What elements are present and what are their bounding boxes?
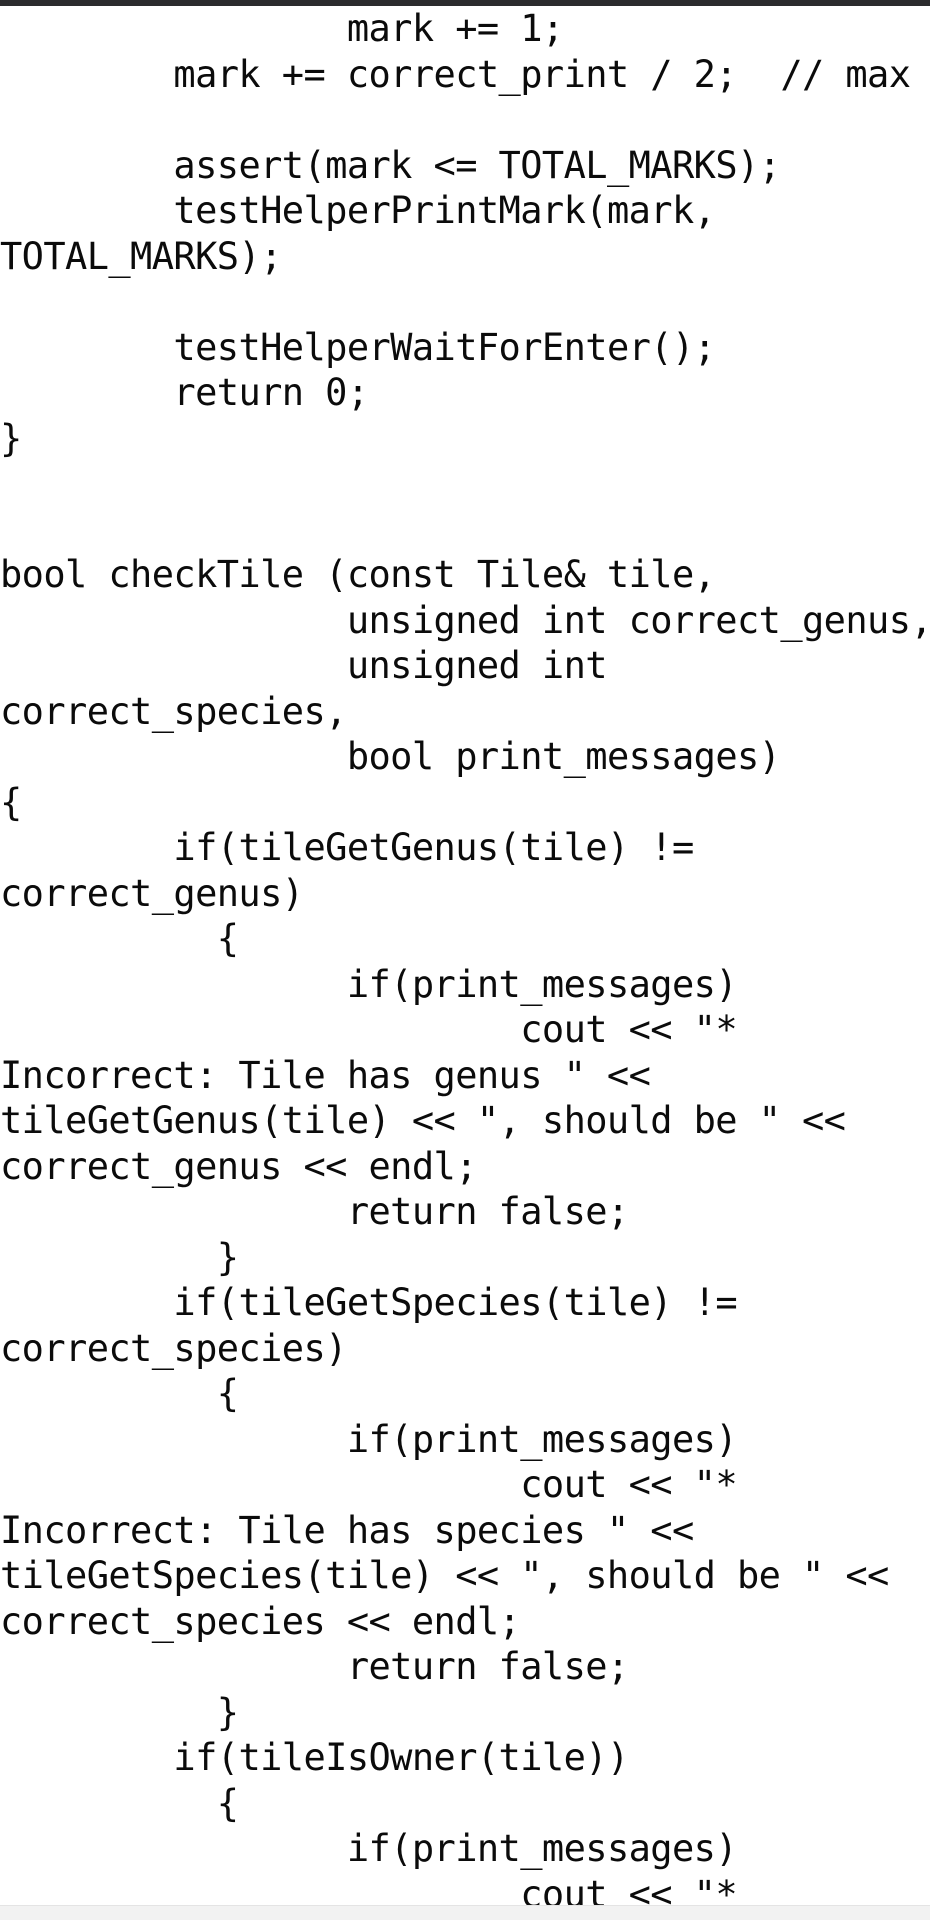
code-line: cout << "* — [0, 1872, 737, 1907]
code-line: if(tileGetGenus(tile) != correct_genus) — [0, 826, 716, 915]
code-scroll-viewport[interactable]: mark += 1; mark += correct_print / 2; //… — [0, 6, 930, 1906]
code-line: bool print_messages) — [0, 735, 781, 778]
code-line: } — [0, 1690, 239, 1734]
code-line: { — [0, 1372, 239, 1415]
code-line: { — [0, 780, 22, 824]
code-line: mark += 1; — [0, 7, 564, 50]
code-line: bool checkTile (const Tile& tile, — [0, 553, 716, 596]
code-line: testHelperPrintMark(mark, TOTAL_MARKS); — [0, 189, 738, 278]
code-line: if(tileGetSpecies(tile) != correct_speci… — [0, 1281, 759, 1370]
code-line: mark += correct_print / 2; // max 4 — [0, 52, 930, 96]
code-line: cout << "* Incorrect: Tile has genus " <… — [0, 1008, 868, 1188]
code-line: testHelperWaitForEnter(); — [0, 325, 716, 369]
code-line: return 0; — [0, 371, 369, 414]
code-line: cout << "* Incorrect: Tile has species "… — [0, 1463, 911, 1643]
code-line: { — [0, 917, 239, 960]
code-line: return false; — [0, 1645, 629, 1688]
code-line: if(print_messages) — [0, 1417, 738, 1461]
code-line: if(print_messages) — [0, 1827, 738, 1870]
code-line: unsigned int correct_species, — [0, 644, 629, 733]
bottom-navigation-bar — [0, 1905, 930, 1920]
code-line: } — [0, 416, 22, 460]
code-line: assert(mark <= TOTAL_MARKS); — [0, 143, 781, 187]
code-line: return false; — [0, 1190, 629, 1233]
code-line: { — [0, 1781, 239, 1825]
code-viewer-screen: mark += 1; mark += correct_print / 2; //… — [0, 0, 930, 1920]
code-line: if(print_messages) — [0, 962, 738, 1006]
code-line: } — [0, 1235, 239, 1279]
source-code-text[interactable]: mark += 1; mark += correct_print / 2; //… — [0, 6, 930, 1906]
code-line: if(tileIsOwner(tile)) — [0, 1736, 629, 1779]
code-line: unsigned int correct_genus, — [0, 598, 930, 642]
